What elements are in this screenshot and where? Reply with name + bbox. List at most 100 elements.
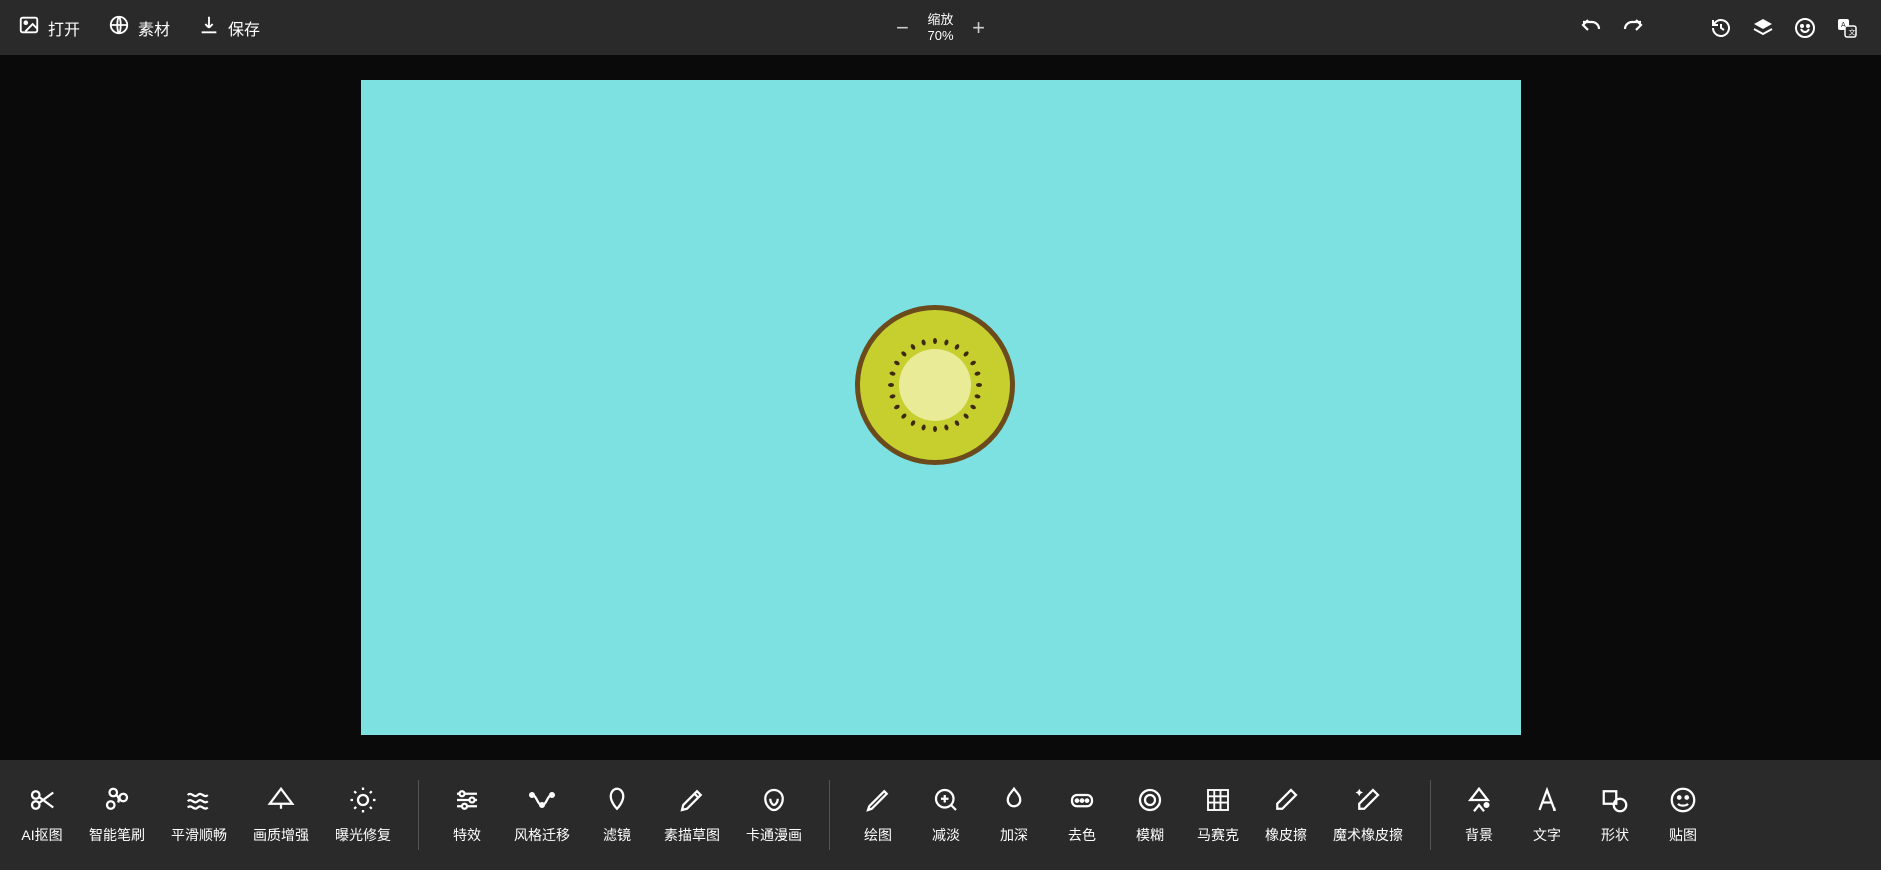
tool-cartoon[interactable]: 卡通漫画 <box>733 785 815 845</box>
tool-style-transfer[interactable]: 风格迁移 <box>501 785 583 845</box>
tool-filter[interactable]: 滤镜 <box>583 785 651 845</box>
kiwi-sticker[interactable] <box>855 305 1015 465</box>
redo-button[interactable] <box>1621 16 1645 40</box>
zoom-control: − 缩放 70% + <box>893 12 987 43</box>
tool-sketch[interactable]: 素描草图 <box>651 785 733 845</box>
svg-text:文: 文 <box>1849 27 1856 36</box>
tool-label: 绘图 <box>864 825 892 845</box>
top-toolbar: 打开 素材 保存 − 缩放 70% + <box>0 0 1881 55</box>
divider <box>1430 780 1431 850</box>
undo-button[interactable] <box>1579 16 1603 40</box>
globe-icon <box>108 14 130 41</box>
tool-sticker[interactable]: 贴图 <box>1649 785 1717 845</box>
history-button[interactable] <box>1709 16 1733 40</box>
tool-group-style: 特效 风格迁移 滤镜 素描草图 卡通漫画 <box>433 785 815 845</box>
tool-label: 曝光修复 <box>335 825 391 845</box>
top-right-group: A文 <box>1579 16 1881 40</box>
tool-label: 素描草图 <box>664 825 720 845</box>
assets-label: 素材 <box>138 16 170 40</box>
open-button[interactable]: 打开 <box>18 14 80 41</box>
bottom-toolbar: AI抠图 智能笔刷 平滑顺畅 画质增强 曝光修复 特效 风格迁移 <box>0 760 1881 870</box>
tool-label: 文字 <box>1533 825 1561 845</box>
tool-label: 减淡 <box>932 825 960 845</box>
kiwi-seed <box>889 371 896 376</box>
tool-label: 模糊 <box>1136 825 1164 845</box>
tool-label: 魔术橡皮擦 <box>1333 825 1403 845</box>
tool-label: 加深 <box>1000 825 1028 845</box>
save-label: 保存 <box>228 16 260 40</box>
zoom-in-button[interactable]: + <box>970 15 988 41</box>
kiwi-seed <box>920 424 925 431</box>
tool-ai-cutout[interactable]: AI抠图 <box>8 785 76 845</box>
tool-label: 卡通漫画 <box>746 825 802 845</box>
layers-button[interactable] <box>1751 16 1775 40</box>
tool-smooth[interactable]: 平滑顺畅 <box>158 785 240 845</box>
kiwi-seed <box>893 360 900 366</box>
tool-group-insert: 背景 文字 形状 贴图 <box>1445 785 1717 845</box>
zoom-out-button[interactable]: − <box>893 15 911 41</box>
tool-background[interactable]: 背景 <box>1445 785 1513 845</box>
kiwi-seed <box>909 343 915 350</box>
tool-label: 滤镜 <box>603 825 631 845</box>
assets-button[interactable]: 素材 <box>108 14 170 41</box>
tool-eraser[interactable]: 橡皮擦 <box>1252 785 1320 845</box>
tool-label: 特效 <box>453 825 481 845</box>
tool-label: 平滑顺畅 <box>171 825 227 845</box>
kiwi-seed <box>933 338 937 344</box>
kiwi-seed <box>962 413 969 420</box>
settings-button[interactable] <box>1793 16 1817 40</box>
kiwi-seed <box>889 394 896 399</box>
divider <box>418 780 419 850</box>
kiwi-seed <box>900 413 907 420</box>
top-left-group: 打开 素材 保存 <box>0 14 260 41</box>
kiwi-seed <box>974 394 981 399</box>
tool-exposure-fix[interactable]: 曝光修复 <box>322 785 404 845</box>
tool-shape[interactable]: 形状 <box>1581 785 1649 845</box>
kiwi-seed <box>953 343 959 350</box>
kiwi-seed <box>962 350 969 357</box>
tool-label: 智能笔刷 <box>89 825 145 845</box>
tool-group-paint: 绘图 减淡 加深 去色 模糊 马赛克 橡皮擦 魔术橡皮擦 <box>844 785 1416 845</box>
open-label: 打开 <box>48 16 80 40</box>
divider <box>829 780 830 850</box>
tool-smart-brush[interactable]: 智能笔刷 <box>76 785 158 845</box>
zoom-value: 70% <box>927 28 953 44</box>
tool-effects[interactable]: 特效 <box>433 785 501 845</box>
kiwi-seed <box>969 360 976 366</box>
tool-label: 形状 <box>1601 825 1629 845</box>
tool-burn[interactable]: 加深 <box>980 785 1048 845</box>
tool-label: 贴图 <box>1669 825 1697 845</box>
tool-mosaic[interactable]: 马赛克 <box>1184 785 1252 845</box>
tool-dodge[interactable]: 减淡 <box>912 785 980 845</box>
tool-magic-eraser[interactable]: 魔术橡皮擦 <box>1320 785 1416 845</box>
save-button[interactable]: 保存 <box>198 14 260 41</box>
download-icon <box>198 14 220 41</box>
canvas-area <box>0 55 1881 760</box>
kiwi-seed <box>900 350 907 357</box>
kiwi-seed <box>976 383 982 387</box>
tool-text[interactable]: 文字 <box>1513 785 1581 845</box>
tool-group-ai: AI抠图 智能笔刷 平滑顺畅 画质增强 曝光修复 <box>8 785 404 845</box>
kiwi-seed <box>943 339 948 346</box>
translate-button[interactable]: A文 <box>1835 16 1859 40</box>
tool-tint[interactable]: 去色 <box>1048 785 1116 845</box>
kiwi-seed <box>943 424 948 431</box>
tool-label: 画质增强 <box>253 825 309 845</box>
kiwi-seed <box>920 339 925 346</box>
kiwi-seed <box>909 420 915 427</box>
canvas[interactable] <box>361 80 1521 735</box>
kiwi-core <box>899 349 971 421</box>
zoom-readout[interactable]: 缩放 70% <box>927 12 953 43</box>
kiwi-seed <box>888 383 894 387</box>
kiwi-seed <box>893 404 900 410</box>
tool-label: 去色 <box>1068 825 1096 845</box>
tool-label: 风格迁移 <box>514 825 570 845</box>
tool-label: 背景 <box>1465 825 1493 845</box>
tool-label: 橡皮擦 <box>1265 825 1307 845</box>
tool-draw[interactable]: 绘图 <box>844 785 912 845</box>
tool-enhance[interactable]: 画质增强 <box>240 785 322 845</box>
tool-label: 马赛克 <box>1197 825 1239 845</box>
kiwi-seed <box>953 420 959 427</box>
svg-text:A: A <box>1841 22 1846 29</box>
tool-blur[interactable]: 模糊 <box>1116 785 1184 845</box>
